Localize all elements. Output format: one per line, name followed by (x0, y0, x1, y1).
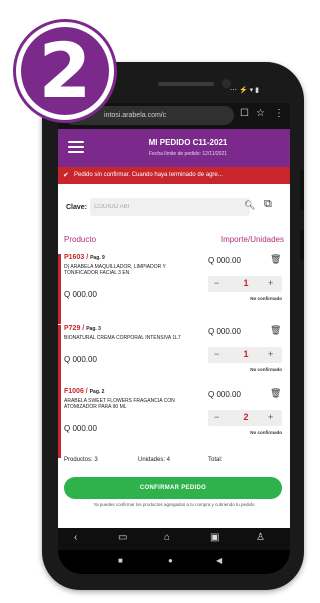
decrement-button[interactable]: − (214, 278, 219, 288)
app-screen: MI PEDIDO C11-2021 Fecha límite de pedid… (58, 129, 290, 528)
search-label: Clave: (66, 204, 88, 211)
page-title: MI PEDIDO C11-2021 (148, 138, 228, 147)
book-icon[interactable]: ▭ (118, 532, 127, 543)
item-amount: Q 000.00 (208, 327, 241, 336)
item-code: F1006 / Pag. 2 (64, 388, 105, 395)
app-header: MI PEDIDO C11-2021 Fecha límite de pedid… (58, 129, 290, 167)
item-unit-price: Q 000.00 (64, 424, 97, 433)
star-icon[interactable]: ☆ (256, 108, 265, 119)
item-unit-price: Q 000.00 (64, 355, 97, 364)
item-name: D) ARABELA MAQUILLADOR, LIMPIADOR Y TONI… (64, 264, 166, 276)
quantity-stepper: − 2 + (208, 410, 282, 426)
confirm-order-button[interactable]: CONFIRMAR PEDIDO (64, 477, 282, 499)
quantity-stepper: − 1 + (208, 276, 282, 292)
order-totals: Productos: 3 Unidades: 4 Total: (58, 455, 290, 469)
search-input[interactable] (90, 198, 250, 216)
item-status: No confirmado (250, 430, 282, 435)
item-amount: Q 000.00 (208, 390, 241, 399)
total-units: Unidades: 4 (138, 457, 171, 463)
step-number: 2 (38, 26, 92, 115)
quantity-stepper: − 1 + (208, 347, 282, 363)
item-code: P1603 / Pag. 9 (64, 254, 105, 261)
home-icon[interactable]: ⌂ (164, 532, 170, 543)
order-item: P1603 / Pag. 9 D) ARABELA MAQUILLADOR, L… (58, 254, 290, 324)
total-amount: Total: (208, 457, 223, 463)
decrement-button[interactable]: − (214, 412, 219, 422)
hamburger-menu-icon[interactable] (68, 141, 84, 153)
search-icon[interactable]: 🔍︎ (244, 200, 255, 211)
item-status-bar (58, 388, 61, 458)
page-subtitle: Fecha límite de pedido: 12/11/2021 (148, 151, 228, 157)
quantity-value[interactable]: 2 (238, 412, 254, 422)
item-name: BIONATURAL CREMA CORPORAL INTENSIVA 1L7 (64, 335, 181, 341)
trash-icon[interactable]: 🗑︎ (270, 325, 281, 336)
recent-apps-icon[interactable]: ■ (118, 556, 123, 565)
phone-speaker (158, 82, 214, 86)
profile-icon[interactable]: ♙ (256, 532, 265, 543)
column-header-product: Producto (64, 235, 97, 244)
tabs-icon[interactable]: ☐ (240, 108, 249, 119)
back-icon[interactable]: ‹ (74, 532, 77, 543)
quantity-value[interactable]: 1 (238, 278, 254, 288)
increment-button[interactable]: + (268, 278, 273, 288)
system-nav-bar (58, 550, 290, 574)
trash-icon[interactable]: 🗑︎ (270, 254, 281, 265)
status-bar: ⋯ ⚡ ▾ ▮ (230, 87, 259, 94)
home-circle-icon[interactable]: ● (168, 556, 173, 565)
more-icon[interactable]: ⋮ (274, 108, 284, 119)
item-status: No confirmado (250, 296, 282, 301)
scan-icon[interactable]: ⧉ (264, 198, 272, 211)
trash-icon[interactable]: 🗑︎ (270, 388, 281, 399)
back-triangle-icon[interactable]: ◀ (216, 556, 222, 565)
item-status: No confirmado (250, 367, 282, 372)
total-products: Productos: 3 (64, 457, 98, 463)
chevron-down-icon: ✔ (63, 172, 69, 179)
cart-icon[interactable]: ▣ (210, 532, 219, 543)
power-button (300, 230, 304, 260)
unconfirmed-alert-banner[interactable]: ✔ Pedido sin confirmar. Cuando haya term… (58, 167, 290, 184)
volume-button (300, 170, 304, 210)
quantity-value[interactable]: 1 (238, 349, 254, 359)
item-unit-price: Q 000.00 (64, 290, 97, 299)
order-item: F1006 / Pag. 2 ARABELA SWEET FLOWERS FRA… (58, 388, 290, 458)
item-status-bar (58, 325, 61, 395)
item-status-bar (58, 254, 61, 324)
increment-button[interactable]: + (268, 349, 273, 359)
item-code: P729 / Pag. 3 (64, 325, 101, 332)
item-amount: Q 000.00 (208, 256, 241, 265)
decrement-button[interactable]: − (214, 349, 219, 359)
item-name: ARABELA SWEET FLOWERS FRAGANCIA CON ATOM… (64, 398, 175, 410)
column-header-amount: Importe/Unidades (220, 235, 284, 244)
order-item: P729 / Pag. 3 BIONATURAL CREMA CORPORAL … (58, 325, 290, 395)
confirm-note: Ya puedes confirmar los productos agrega… (93, 502, 255, 507)
increment-button[interactable]: + (268, 412, 273, 422)
alert-text: Pedido sin confirmar. Cuando haya termin… (74, 172, 223, 178)
